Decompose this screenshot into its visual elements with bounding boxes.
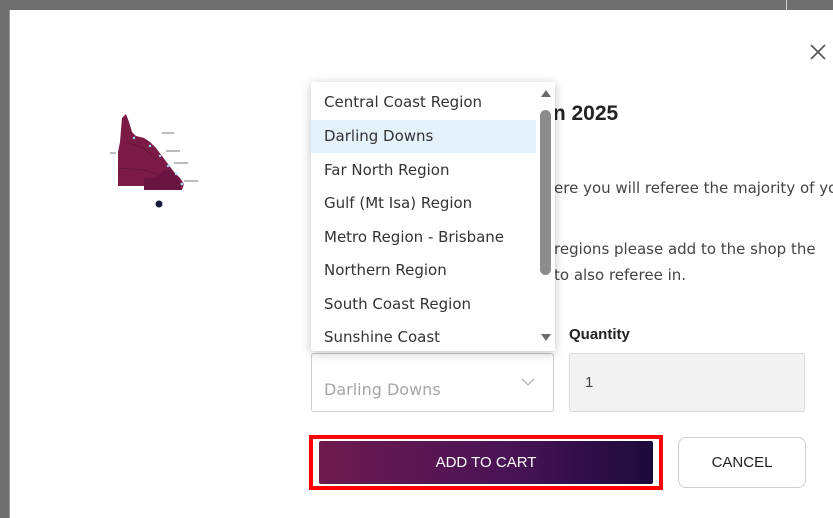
cancel-button[interactable]: CANCEL <box>678 437 806 488</box>
region-option[interactable]: Far North Region <box>311 154 536 187</box>
scroll-down-arrow-icon[interactable] <box>541 334 551 341</box>
chevron-down-icon <box>521 378 535 386</box>
region-select-value: Darling Downs <box>324 380 441 399</box>
add-to-cart-button[interactable]: ADD TO CART <box>319 441 653 484</box>
region-option[interactable]: Metro Region - Brisbane <box>311 221 536 254</box>
dropdown-scrollbar[interactable] <box>537 82 555 351</box>
region-option[interactable]: Sunshine Coast <box>311 321 536 351</box>
region-dropdown-list[interactable]: Central Coast Region Darling Downs Far N… <box>311 82 555 351</box>
close-icon[interactable] <box>806 40 830 64</box>
region-option[interactable]: Northern Region <box>311 254 536 287</box>
quantity-input[interactable]: 1 <box>569 353 805 412</box>
region-option[interactable]: Gulf (Mt Isa) Region <box>311 187 536 220</box>
queensland-map-image <box>110 114 198 208</box>
region-option[interactable]: South Coast Region <box>311 288 536 321</box>
region-option-highlighted[interactable]: Darling Downs <box>311 120 536 153</box>
region-option[interactable]: Central Coast Region <box>311 86 536 119</box>
scrollbar-thumb[interactable] <box>540 110 551 275</box>
description-line-1: ere you will referee the majority of you… <box>554 179 833 197</box>
description-line-3: to also referee in. <box>554 266 687 284</box>
window-top-border <box>0 0 833 10</box>
quantity-label: Quantity <box>569 326 630 343</box>
region-select[interactable]: Darling Downs <box>311 353 554 412</box>
description-line-2: regions please add to the shop the <box>554 240 816 258</box>
scroll-up-arrow-icon[interactable] <box>541 90 551 97</box>
